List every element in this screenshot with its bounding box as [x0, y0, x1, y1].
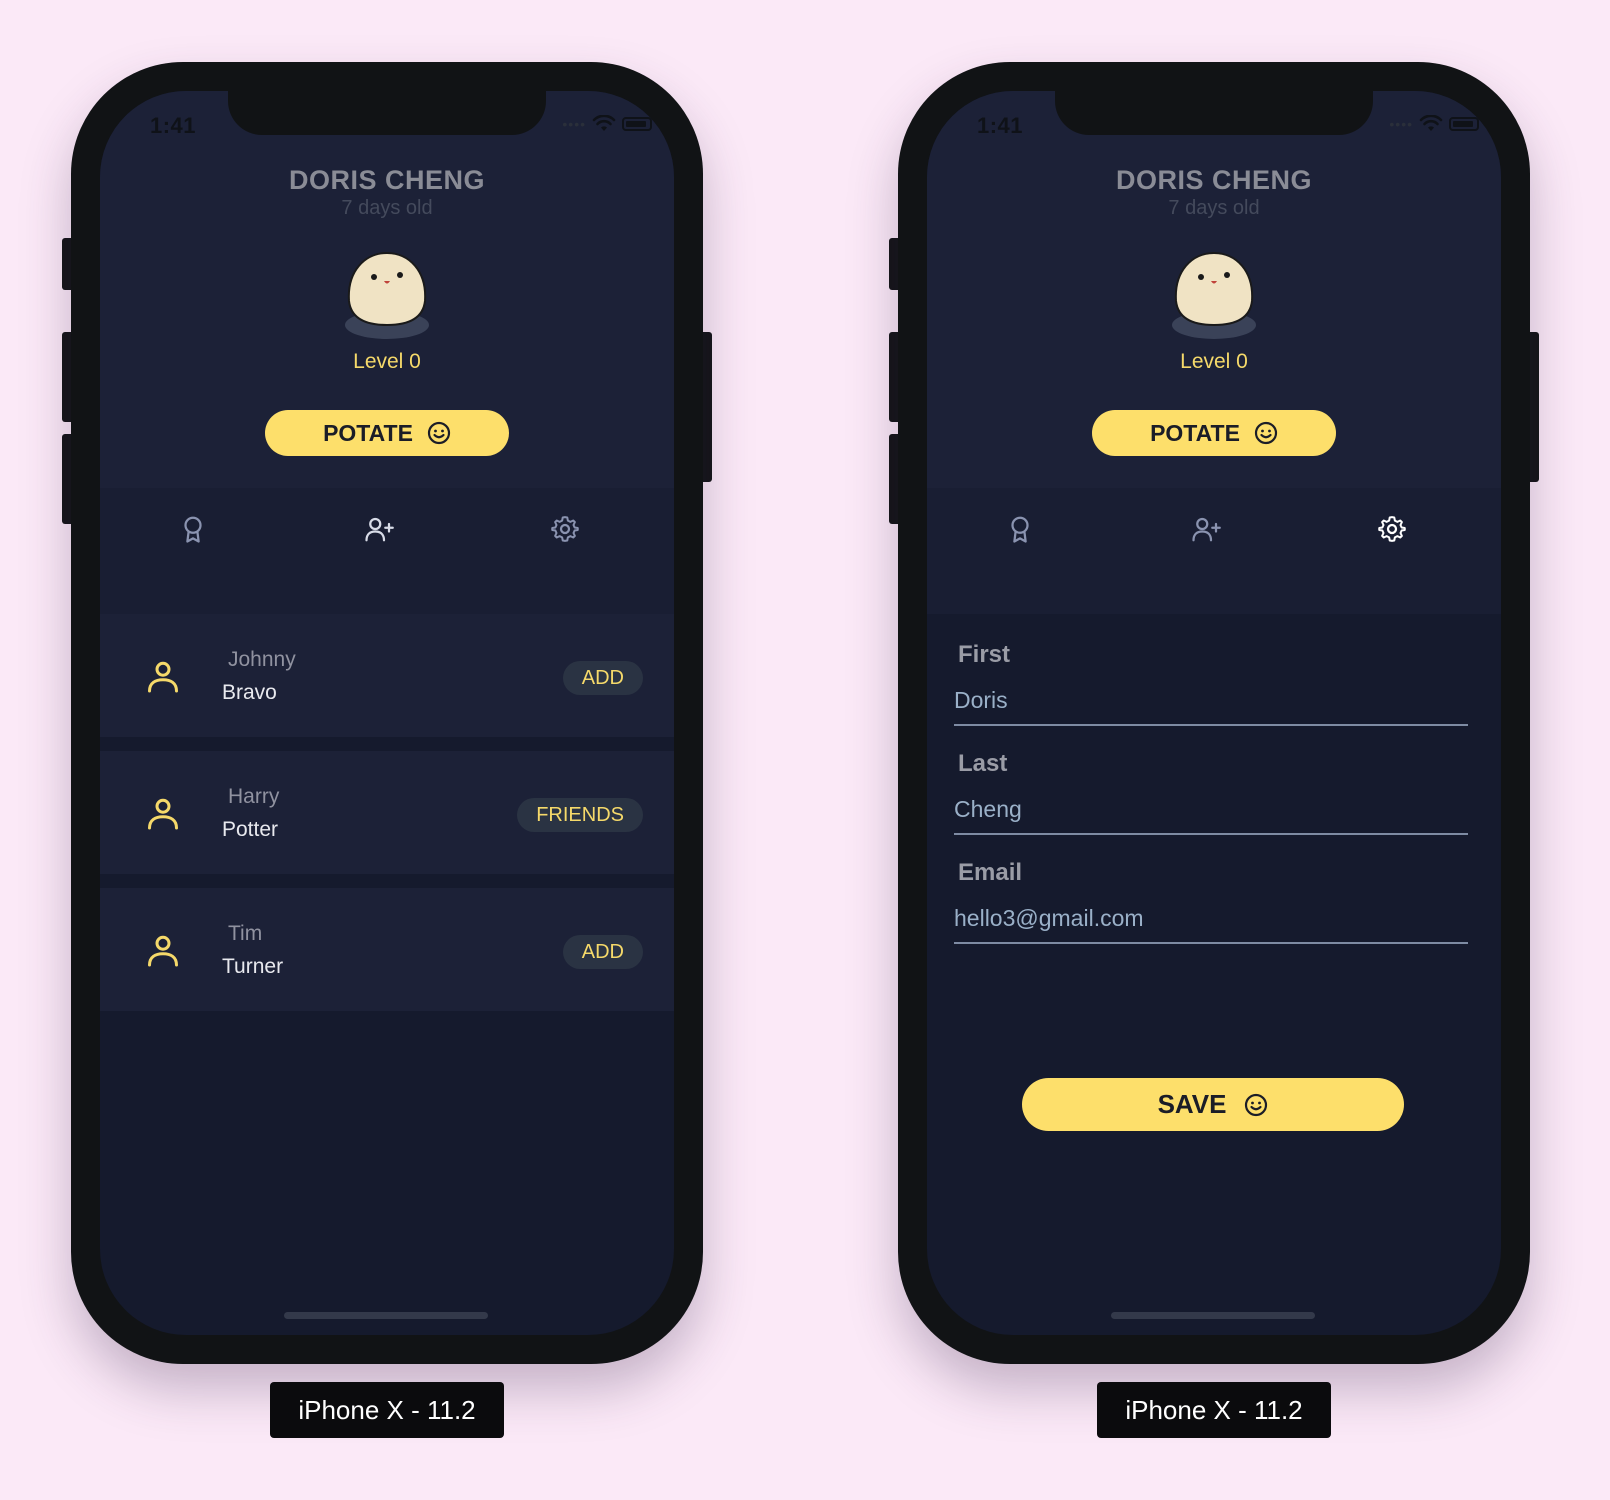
user-age: 7 days old — [1168, 197, 1260, 219]
smiley-icon — [427, 421, 451, 445]
last-name-label: Last — [958, 750, 1008, 777]
friend-first-name: Johnny — [228, 648, 296, 671]
add-friend-button[interactable]: ADD — [562, 661, 643, 695]
email-label: Email — [958, 859, 1023, 886]
user-name: DORIS CHENG — [1115, 165, 1313, 195]
potato-avatar-icon — [345, 251, 429, 339]
person-icon — [148, 661, 178, 693]
user-name: DORIS CHENG — [288, 165, 486, 195]
tab-settings[interactable] — [1373, 510, 1411, 548]
signal-icon: •••• — [1389, 116, 1413, 132]
add-friend-button[interactable]: ADD — [562, 935, 643, 969]
list-item: Tim Turner ADD — [100, 888, 674, 1011]
notch — [1055, 91, 1373, 135]
status-icons: •••• — [1389, 115, 1479, 133]
tab-bar — [100, 488, 674, 614]
person-icon — [148, 798, 178, 830]
tab-bar — [927, 488, 1501, 614]
phone-left: 1:41 •••• DORIS CHENG 7 days old Level 0 — [62, 62, 712, 1364]
friend-first-name: Harry — [228, 785, 280, 808]
potato-avatar-icon — [1172, 251, 1256, 339]
tab-friends[interactable] — [360, 510, 398, 548]
home-indicator[interactable] — [284, 1312, 488, 1319]
friend-last-name: Bravo — [222, 681, 277, 704]
last-name-input[interactable] — [954, 791, 1468, 835]
friend-last-name: Turner — [222, 955, 284, 978]
notch — [228, 91, 546, 135]
tab-friends[interactable] — [1187, 510, 1225, 548]
device-caption-left: iPhone X - 11.2 — [270, 1382, 504, 1438]
potate-button[interactable]: POTATE — [265, 410, 509, 456]
person-icon — [148, 935, 178, 967]
level-label: Level 0 — [1180, 350, 1248, 373]
first-name-label: First — [958, 641, 1011, 668]
tab-settings[interactable] — [546, 510, 584, 548]
friend-first-name: Tim — [228, 922, 263, 945]
screen: 1:41 •••• DORIS CHENG 7 days old Level 0 — [927, 91, 1501, 1335]
wifi-icon — [592, 115, 616, 131]
home-indicator[interactable] — [1111, 1312, 1315, 1319]
add-friend-icon — [365, 517, 394, 542]
save-button[interactable]: SAVE — [1022, 1078, 1404, 1131]
friend-last-name: Potter — [222, 818, 279, 841]
gear-icon — [551, 516, 579, 542]
status-time: 1:41 — [150, 113, 197, 138]
save-button-label: SAVE — [1157, 1089, 1227, 1119]
battery-icon — [1449, 117, 1479, 131]
potate-button-label: POTATE — [1150, 419, 1240, 446]
friends-status-button[interactable]: FRIENDS — [517, 798, 643, 832]
profile-header: DORIS CHENG 7 days old Level 0 POTATE — [100, 91, 674, 488]
award-icon — [184, 516, 202, 543]
battery-icon — [622, 117, 652, 131]
phone-right: 1:41 •••• DORIS CHENG 7 days old Level 0 — [889, 62, 1539, 1364]
profile-header: DORIS CHENG 7 days old Level 0 POTATE — [927, 91, 1501, 488]
award-icon — [1011, 516, 1029, 543]
level-label: Level 0 — [353, 350, 421, 373]
gear-icon — [1378, 516, 1406, 542]
status-time: 1:41 — [977, 113, 1024, 138]
wifi-icon — [1419, 115, 1443, 131]
list-item: Harry Potter FRIENDS — [100, 751, 674, 874]
device-caption-right: iPhone X - 11.2 — [1097, 1382, 1331, 1438]
smiley-icon — [1254, 421, 1278, 445]
screen: 1:41 •••• DORIS CHENG 7 days old Level 0 — [100, 91, 674, 1335]
tab-achievements[interactable] — [174, 510, 212, 548]
first-name-input[interactable] — [954, 682, 1468, 726]
potate-button-label: POTATE — [323, 419, 413, 446]
email-input[interactable] — [954, 900, 1468, 944]
potate-button[interactable]: POTATE — [1092, 410, 1336, 456]
status-icons: •••• — [562, 115, 652, 133]
user-age: 7 days old — [341, 197, 433, 219]
signal-icon: •••• — [562, 116, 586, 132]
list-item: Johnny Bravo ADD — [100, 614, 674, 737]
smiley-icon — [1245, 1093, 1268, 1116]
add-friend-icon — [1192, 517, 1221, 542]
tab-achievements[interactable] — [1001, 510, 1039, 548]
